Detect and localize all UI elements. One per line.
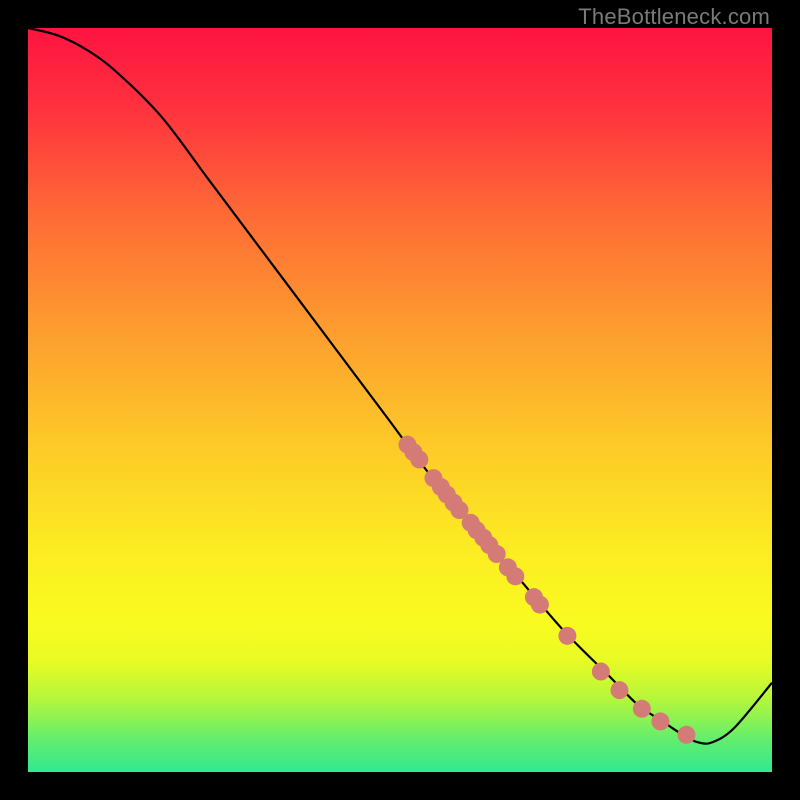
- plot-area: [28, 28, 772, 772]
- data-point: [633, 700, 651, 718]
- data-point: [506, 567, 524, 585]
- data-point: [410, 451, 428, 469]
- chart-svg: [28, 28, 772, 772]
- data-point: [558, 627, 576, 645]
- watermark-text: TheBottleneck.com: [578, 4, 770, 30]
- curve-line: [28, 28, 772, 744]
- data-point: [651, 712, 669, 730]
- data-point: [531, 596, 549, 614]
- data-point: [677, 726, 695, 744]
- chart-frame: TheBottleneck.com: [0, 0, 800, 800]
- data-point: [610, 681, 628, 699]
- data-points: [398, 436, 695, 744]
- data-point: [592, 663, 610, 681]
